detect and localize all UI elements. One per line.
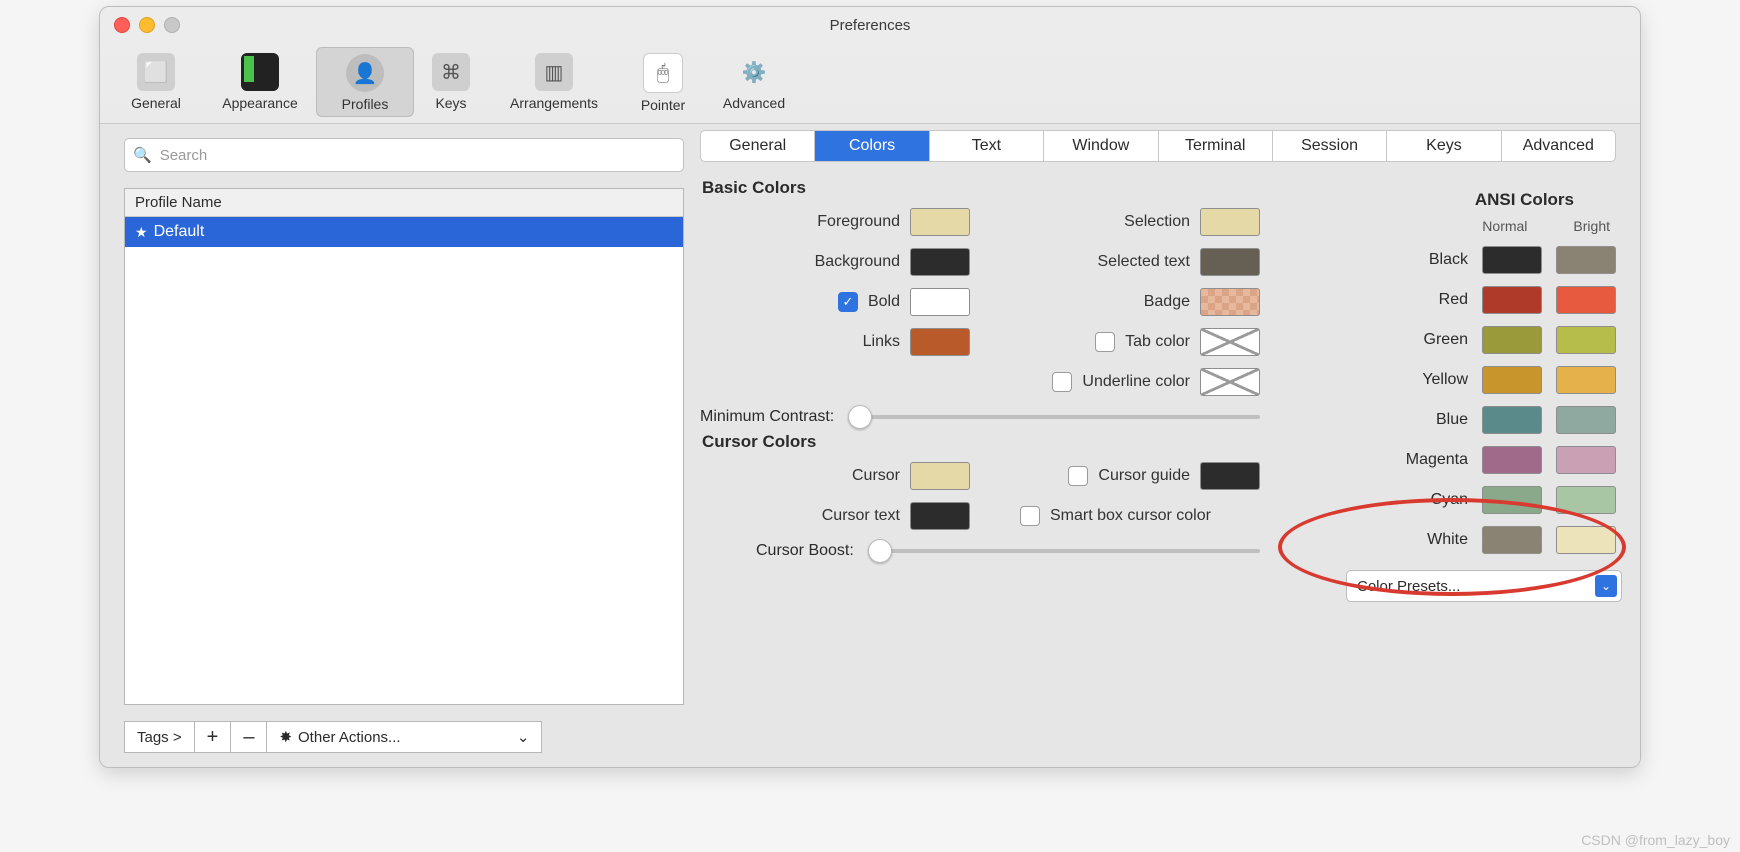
bold-checkbox[interactable]: ✓ <box>838 292 858 312</box>
profile-list-header: Profile Name <box>125 189 683 217</box>
ansi-cyan-normal-swatch[interactable] <box>1482 486 1542 514</box>
star-icon: ★ <box>135 224 148 241</box>
ansi-black-normal-swatch[interactable] <box>1482 246 1542 274</box>
ansi-white-bright-swatch[interactable] <box>1556 526 1616 554</box>
cursor-swatch[interactable] <box>910 462 970 490</box>
toolbar-arrangements[interactable]: ▥ Arrangements <box>488 47 620 117</box>
ansi-yellow-bright-swatch[interactable] <box>1556 366 1616 394</box>
subtab-general[interactable]: General <box>701 131 815 161</box>
subtab-session[interactable]: Session <box>1273 131 1387 161</box>
search-input[interactable] <box>158 146 675 165</box>
chevron-down-icon: ⌄ <box>517 728 530 746</box>
ansi-white-normal-swatch[interactable] <box>1482 526 1542 554</box>
ansi-red-bright-swatch[interactable] <box>1556 286 1616 314</box>
titlebar: Preferences <box>100 7 1640 43</box>
ansi-blue-normal-swatch[interactable] <box>1482 406 1542 434</box>
underline-color-checkbox[interactable] <box>1052 372 1072 392</box>
cursor-text-swatch[interactable] <box>910 502 970 530</box>
cursor-colors-grid: Cursor Cursor text Cursor guide Smart <box>700 460 1260 532</box>
ansi-colors: ANSI Colors Normal Bright BlackRedGreenY… <box>1326 186 1616 602</box>
gear-icon: ✸ <box>279 728 292 746</box>
ansi-green-bright-swatch[interactable] <box>1556 326 1616 354</box>
toolbar-keys[interactable]: ⌘ Keys <box>414 47 488 117</box>
ansi-blue-bright-swatch[interactable] <box>1556 406 1616 434</box>
preferences-window: Preferences ⬜ General Appearance 👤 Profi… <box>99 6 1641 768</box>
subtab-advanced[interactable]: Advanced <box>1502 131 1615 161</box>
cursor-colors-title: Cursor Colors <box>702 432 1260 452</box>
selected-text-swatch[interactable] <box>1200 248 1260 276</box>
general-icon: ⬜ <box>137 53 175 91</box>
selection-swatch[interactable] <box>1200 208 1260 236</box>
ansi-row-yellow: Yellow <box>1326 360 1616 400</box>
remove-profile-button[interactable]: – <box>230 721 267 753</box>
ansi-row-blue: Blue <box>1326 400 1616 440</box>
watermark: CSDN @from_lazy_boy <box>1581 832 1730 848</box>
ansi-title: ANSI Colors <box>1328 190 1574 210</box>
min-contrast-slider[interactable] <box>850 415 1260 419</box>
ansi-row-green: Green <box>1326 320 1616 360</box>
add-profile-button[interactable]: + <box>194 721 232 753</box>
arrangements-icon: ▥ <box>535 53 573 91</box>
tab-color-checkbox[interactable] <box>1095 332 1115 352</box>
color-presets-dropdown[interactable]: Color Presets... ⌄ <box>1346 570 1622 602</box>
ansi-black-bright-swatch[interactable] <box>1556 246 1616 274</box>
toolbar-appearance[interactable]: Appearance <box>204 47 316 117</box>
subtab-window[interactable]: Window <box>1044 131 1158 161</box>
ansi-yellow-normal-swatch[interactable] <box>1482 366 1542 394</box>
bold-swatch[interactable] <box>910 288 970 316</box>
ansi-row-magenta: Magenta <box>1326 440 1616 480</box>
advanced-icon: ⚙️ <box>735 53 773 91</box>
main-toolbar: ⬜ General Appearance 👤 Profiles ⌘ Keys ▥… <box>100 43 1640 123</box>
toolbar-pointer[interactable]: 🖱 Pointer <box>620 47 706 117</box>
foreground-swatch[interactable] <box>910 208 970 236</box>
detail-pane: General Colors Text Window Terminal Sess… <box>692 124 1640 767</box>
content: 🔍 Profile Name ★ Default Tags > + – ✸ Ot… <box>100 123 1640 767</box>
background-swatch[interactable] <box>910 248 970 276</box>
toolbar-general[interactable]: ⬜ General <box>108 47 204 117</box>
ansi-green-normal-swatch[interactable] <box>1482 326 1542 354</box>
keys-icon: ⌘ <box>432 53 470 91</box>
appearance-icon <box>241 53 279 91</box>
search-icon: 🔍 <box>133 146 152 164</box>
ansi-row-red: Red <box>1326 280 1616 320</box>
toolbar-advanced[interactable]: ⚙️ Advanced <box>706 47 802 117</box>
toolbar-profiles[interactable]: 👤 Profiles <box>316 47 414 117</box>
ansi-row-black: Black <box>1326 240 1616 280</box>
cursor-guide-checkbox[interactable] <box>1068 466 1088 486</box>
cursor-guide-swatch[interactable] <box>1200 462 1260 490</box>
profile-row-default[interactable]: ★ Default <box>125 217 683 247</box>
chevron-down-icon: ⌄ <box>1595 575 1617 597</box>
tab-color-swatch[interactable] <box>1200 328 1260 356</box>
search-field[interactable]: 🔍 <box>124 138 684 172</box>
profile-name: Default <box>154 223 205 241</box>
subtab-colors[interactable]: Colors <box>815 131 929 161</box>
ansi-red-normal-swatch[interactable] <box>1482 286 1542 314</box>
pointer-icon: 🖱 <box>643 53 683 93</box>
basic-colors-title: Basic Colors <box>702 178 1260 198</box>
links-swatch[interactable] <box>910 328 970 356</box>
profile-list: Profile Name ★ Default <box>124 188 684 705</box>
subtab-keys[interactable]: Keys <box>1387 131 1501 161</box>
sidebar: 🔍 Profile Name ★ Default Tags > + – ✸ Ot… <box>100 124 692 767</box>
ansi-row-white: White <box>1326 520 1616 560</box>
cursor-boost-slider[interactable] <box>870 549 1260 553</box>
other-actions-button[interactable]: ✸ Other Actions... ⌄ <box>266 721 542 753</box>
tags-button[interactable]: Tags > <box>124 721 195 753</box>
ansi-magenta-bright-swatch[interactable] <box>1556 446 1616 474</box>
profiles-bottom-bar: Tags > + – ✸ Other Actions... ⌄ <box>124 721 684 753</box>
ansi-row-cyan: Cyan <box>1326 480 1616 520</box>
profile-list-body <box>125 247 683 704</box>
smart-box-checkbox[interactable] <box>1020 506 1040 526</box>
badge-swatch[interactable] <box>1200 288 1260 316</box>
profile-subtabs: General Colors Text Window Terminal Sess… <box>700 130 1616 162</box>
subtab-terminal[interactable]: Terminal <box>1159 131 1273 161</box>
ansi-magenta-normal-swatch[interactable] <box>1482 446 1542 474</box>
underline-color-swatch[interactable] <box>1200 368 1260 396</box>
ansi-cyan-bright-swatch[interactable] <box>1556 486 1616 514</box>
subtab-text[interactable]: Text <box>930 131 1044 161</box>
window-title: Preferences <box>100 17 1640 34</box>
profiles-icon: 👤 <box>346 54 384 92</box>
basic-colors-grid: Foreground Background ✓ Bold Links Selec… <box>700 206 1260 398</box>
